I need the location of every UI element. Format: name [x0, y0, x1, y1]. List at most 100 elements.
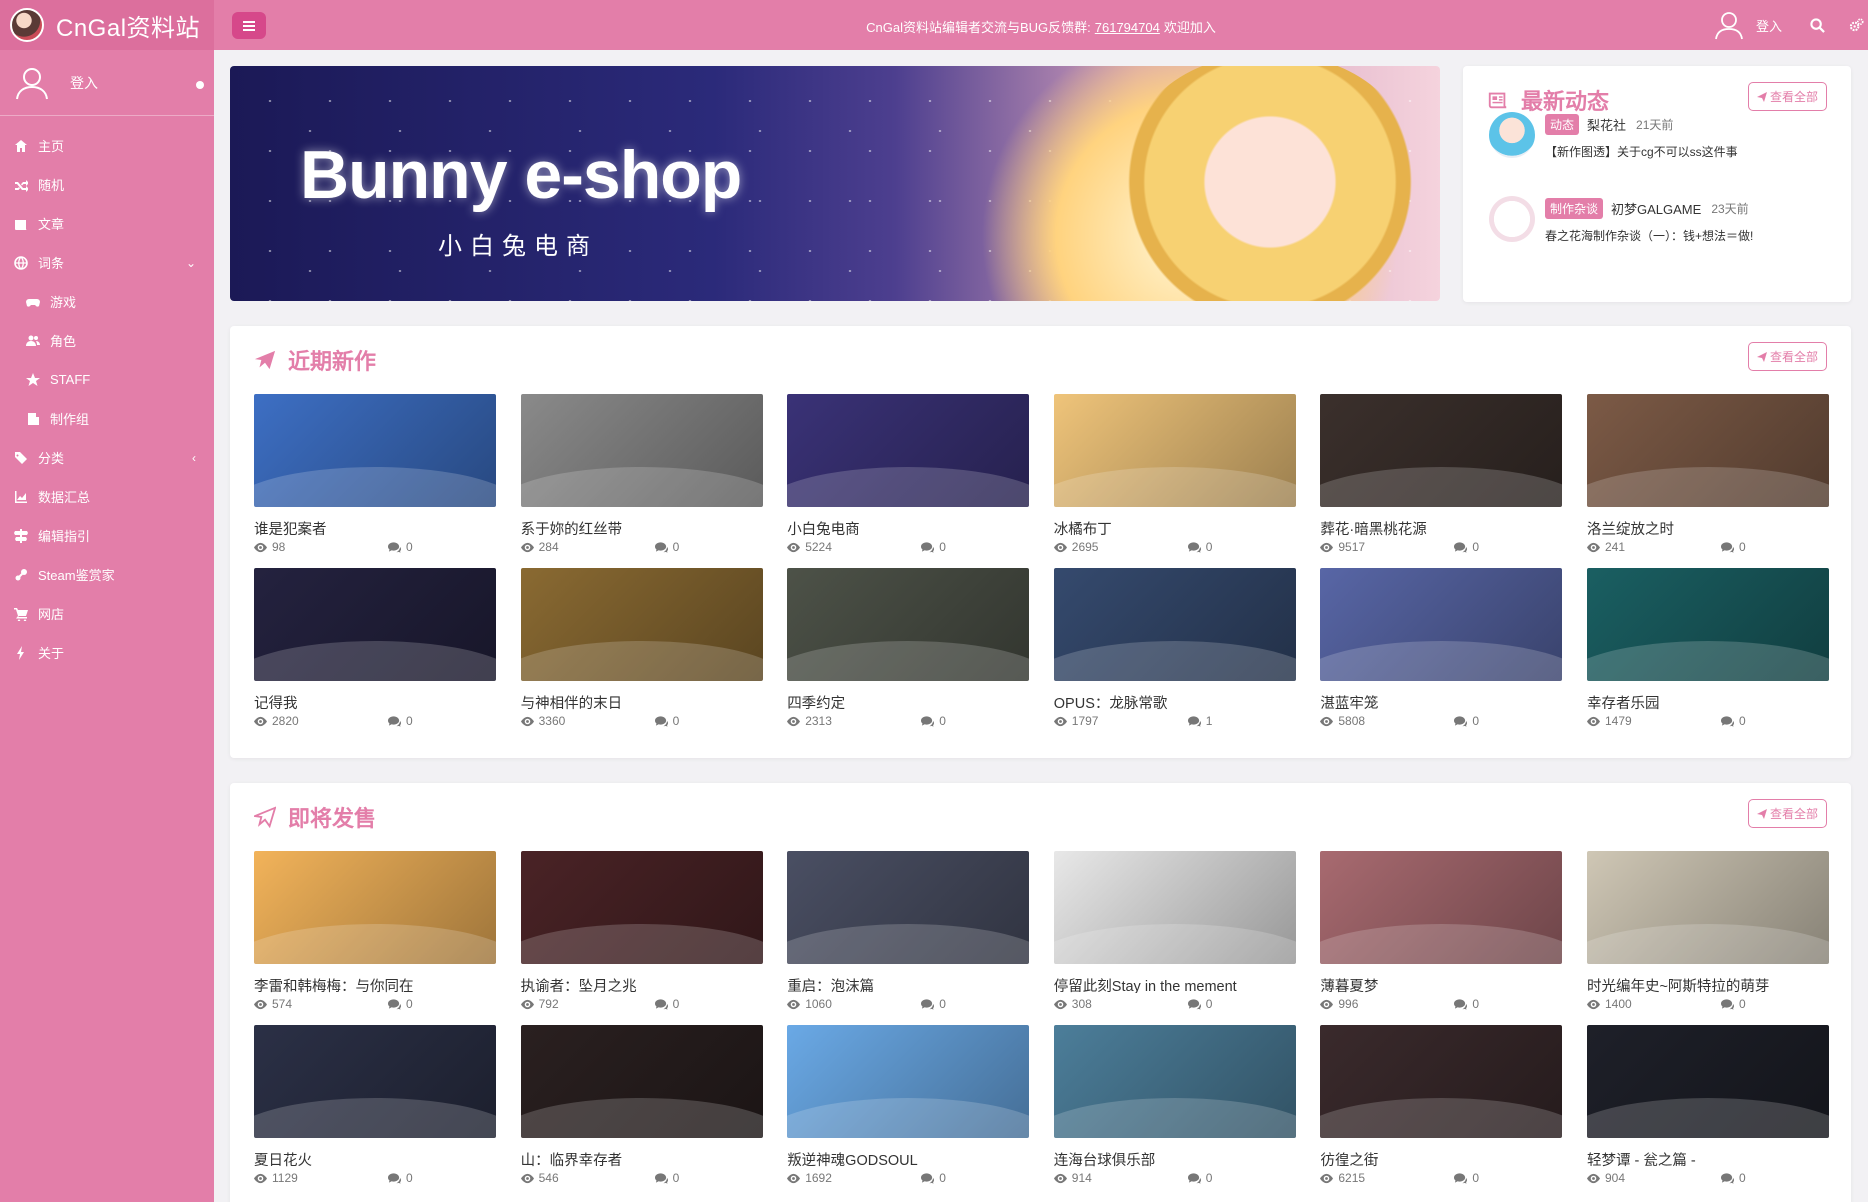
game-cover[interactable] — [1320, 568, 1563, 681]
sidebar-item-2[interactable]: 文章 — [0, 204, 214, 243]
game-card[interactable]: 系于妳的红丝带 284 0 — [520, 394, 763, 554]
sidebar-item-11[interactable]: Steam鉴赏家 — [0, 555, 214, 594]
game-card[interactable]: OPUS：龙脉常歌 1797 1 — [1053, 568, 1296, 728]
game-card[interactable]: 湛蓝牢笼 5808 0 — [1320, 568, 1563, 728]
game-cover[interactable] — [520, 568, 763, 681]
game-cover[interactable] — [1320, 851, 1563, 964]
game-card[interactable]: 山：临界幸存者 546 0 — [520, 1025, 763, 1185]
notice-qq-link[interactable]: 761794704 — [1095, 20, 1160, 35]
sidebar-item-0[interactable]: 主页 — [0, 126, 214, 165]
game-card[interactable]: 李雷和韩梅梅：与你同在 574 0 — [254, 851, 496, 1011]
game-card[interactable]: 连海台球俱乐部 914 0 — [1053, 1025, 1296, 1185]
game-card[interactable]: 重启：泡沫篇 1060 0 — [787, 851, 1030, 1011]
news-view-all-button[interactable]: 查看全部 — [1747, 82, 1827, 111]
game-cover[interactable] — [520, 394, 763, 507]
game-cover[interactable] — [1586, 568, 1829, 681]
game-card[interactable]: 记得我 2820 0 — [254, 568, 496, 728]
game-cover[interactable] — [254, 851, 496, 964]
game-cover[interactable] — [1053, 851, 1296, 964]
game-cover[interactable] — [1320, 394, 1563, 507]
news-item[interactable]: 制作杂谈 初梦GALGAME 23天前 春之花海制作杂谈（一）：钱+想法＝做! — [1489, 196, 1753, 244]
sidebar-item-3[interactable]: 词条 ⌄ — [0, 243, 214, 282]
news-item[interactable]: 动态 梨花社 21天前 【新作图透】关于cg不可以ss这件事 — [1489, 112, 1738, 160]
news-author[interactable]: 梨花社 — [1587, 115, 1626, 134]
game-name[interactable]: 系于妳的红丝带 — [521, 518, 763, 536]
game-name[interactable]: 时光编年史~阿斯特拉的萌芽 — [1587, 975, 1829, 993]
sidebar-item-10[interactable]: 编辑指引 — [0, 516, 214, 555]
game-name[interactable]: 冰橘布丁 — [1054, 518, 1296, 536]
game-cover[interactable] — [1053, 394, 1296, 507]
game-cover[interactable] — [1320, 1025, 1563, 1138]
sidebar-item-5[interactable]: 角色 — [0, 321, 214, 360]
game-name[interactable]: 与神相伴的末日 — [521, 692, 763, 710]
game-name[interactable]: 重启：泡沫篇 — [787, 975, 1029, 993]
game-cover[interactable] — [254, 394, 496, 507]
news-tag[interactable]: 制作杂谈 — [1545, 198, 1604, 219]
cogs-icon[interactable] — [1849, 17, 1864, 33]
game-name[interactable]: 四季约定 — [787, 692, 1029, 710]
game-cover[interactable] — [1586, 1025, 1829, 1138]
game-name[interactable]: 洛兰绽放之时 — [1587, 518, 1829, 536]
game-card[interactable]: 停留此刻Stay in the mement 308 0 — [1053, 851, 1296, 1011]
sidebar-item-1[interactable]: 随机 — [0, 165, 214, 204]
game-card[interactable]: 彷徨之街 6215 0 — [1320, 1025, 1563, 1185]
brand[interactable]: CnGal资料站 — [0, 0, 214, 50]
game-cover[interactable] — [254, 568, 496, 681]
game-card[interactable]: 执谕者：坠月之兆 792 0 — [520, 851, 763, 1011]
sidebar-item-12[interactable]: 网店 — [0, 594, 214, 633]
game-cover[interactable] — [1586, 394, 1829, 507]
game-name[interactable]: 山：临界幸存者 — [521, 1149, 763, 1167]
news-text[interactable]: 【新作图透】关于cg不可以ss这件事 — [1545, 143, 1738, 160]
game-cover[interactable] — [787, 568, 1030, 681]
sidebar-item-13[interactable]: 关于 — [0, 633, 214, 672]
game-card[interactable]: 幸存者乐园 1479 0 — [1586, 568, 1829, 728]
news-text[interactable]: 春之花海制作杂谈（一）：钱+想法＝做! — [1545, 227, 1753, 244]
hero-banner[interactable]: Bunny e-shop 小白兔电商 — [230, 66, 1440, 301]
game-card[interactable]: 小白兔电商 5224 0 — [787, 394, 1030, 554]
game-name[interactable]: 轻梦谭 - 瓮之篇 - — [1587, 1149, 1829, 1167]
game-card[interactable]: 葬花·暗黑桃花源 9517 0 — [1320, 394, 1563, 554]
sidebar-item-9[interactable]: 数据汇总 — [0, 477, 214, 516]
recent-view-all-button[interactable]: 查看全部 — [1747, 342, 1827, 371]
game-card[interactable]: 洛兰绽放之时 241 0 — [1586, 394, 1829, 554]
game-card[interactable]: 薄暮夏梦 996 0 — [1320, 851, 1563, 1011]
game-cover[interactable] — [1053, 1025, 1296, 1138]
game-card[interactable]: 谁是犯案者 98 0 — [254, 394, 496, 554]
game-cover[interactable] — [520, 1025, 763, 1138]
sidebar-item-7[interactable]: 制作组 — [0, 399, 214, 438]
game-name[interactable]: 记得我 — [254, 692, 496, 710]
game-name[interactable]: OPUS：龙脉常歌 — [1054, 692, 1296, 710]
sidebar-login-label[interactable]: 登入 — [70, 73, 98, 93]
game-card[interactable]: 时光编年史~阿斯特拉的萌芽 1400 0 — [1586, 851, 1829, 1011]
sidebar-item-4[interactable]: 游戏 — [0, 282, 214, 321]
game-name[interactable]: 彷徨之街 — [1320, 1149, 1562, 1167]
game-cover[interactable] — [787, 1025, 1030, 1138]
game-name[interactable]: 夏日花火 — [254, 1149, 496, 1167]
upcoming-view-all-button[interactable]: 查看全部 — [1747, 799, 1827, 828]
sidebar-item-6[interactable]: STAFF — [0, 360, 214, 399]
game-card[interactable]: 与神相伴的末日 3360 0 — [520, 568, 763, 728]
game-name[interactable]: 幸存者乐园 — [1587, 692, 1829, 710]
game-name[interactable]: 连海台球俱乐部 — [1054, 1149, 1296, 1167]
sidebar-user[interactable]: 登入 — [0, 50, 214, 116]
game-name[interactable]: 谁是犯案者 — [254, 518, 496, 536]
game-cover[interactable] — [254, 1025, 496, 1138]
game-cover[interactable] — [1586, 851, 1829, 964]
game-card[interactable]: 冰橘布丁 2695 0 — [1053, 394, 1296, 554]
topbar-login-link[interactable]: 登入 — [1756, 16, 1782, 35]
search-icon[interactable] — [1810, 17, 1825, 33]
game-name[interactable]: 小白兔电商 — [787, 518, 1029, 536]
game-cover[interactable] — [520, 851, 763, 964]
game-card[interactable]: 叛逆神魂GODSOUL 1692 0 — [787, 1025, 1030, 1185]
game-cover[interactable] — [1053, 568, 1296, 681]
user-icon[interactable] — [1714, 10, 1744, 40]
game-name[interactable]: 葬花·暗黑桃花源 — [1320, 518, 1562, 536]
game-name[interactable]: 叛逆神魂GODSOUL — [787, 1149, 1029, 1167]
game-name[interactable]: 薄暮夏梦 — [1320, 975, 1562, 993]
game-name[interactable]: 湛蓝牢笼 — [1320, 692, 1562, 710]
game-cover[interactable] — [787, 394, 1030, 507]
game-card[interactable]: 四季约定 2313 0 — [787, 568, 1030, 728]
sidebar-item-8[interactable]: 分类 ‹ — [0, 438, 214, 477]
game-card[interactable]: 轻梦谭 - 瓮之篇 - 904 0 — [1586, 1025, 1829, 1185]
news-tag[interactable]: 动态 — [1545, 114, 1580, 135]
